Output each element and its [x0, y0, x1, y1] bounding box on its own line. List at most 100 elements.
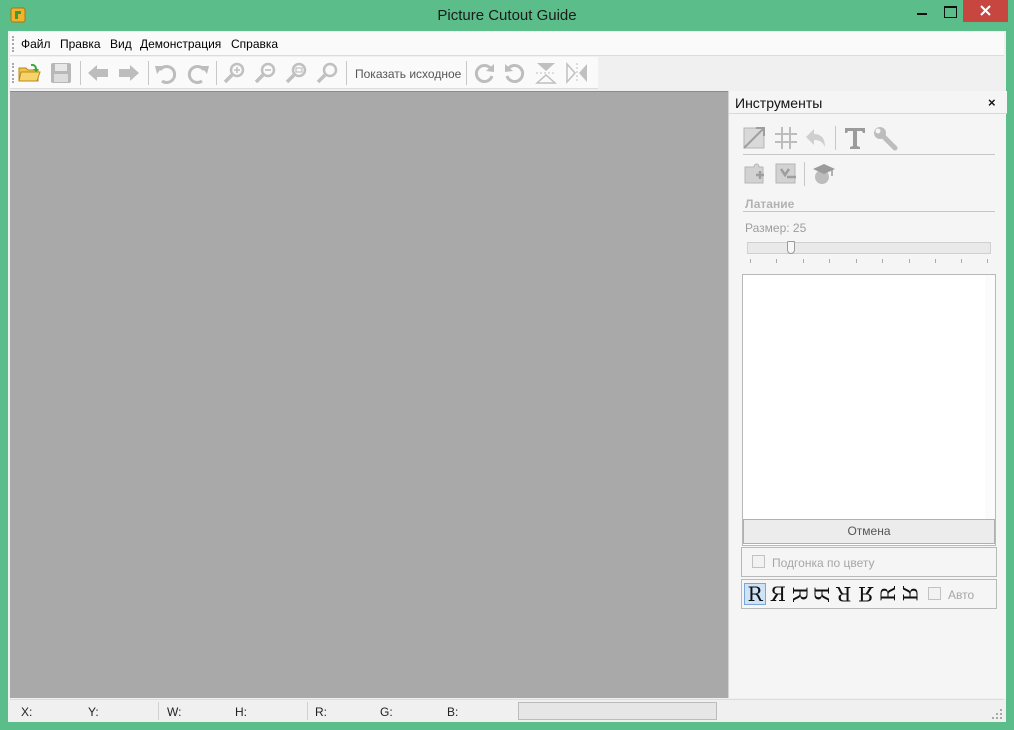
- menu-demo[interactable]: Демонстрация: [140, 37, 221, 51]
- open-button[interactable]: [16, 60, 42, 86]
- toolbar-separator: [466, 61, 467, 85]
- image-canvas[interactable]: [10, 91, 728, 698]
- slider-tick: [987, 259, 988, 263]
- title-bar[interactable]: Picture Cutout Guide: [0, 0, 1014, 31]
- window-title: Picture Cutout Guide: [437, 7, 577, 24]
- forward-button[interactable]: [116, 60, 142, 86]
- tools-panel: Инструменты × Латание Размер: 25 Отмена …: [728, 91, 1007, 698]
- orientation-rot90[interactable]: R: [788, 583, 812, 605]
- crop-tool-button[interactable]: [742, 125, 768, 151]
- status-g: G:: [380, 705, 393, 719]
- panel-separator: [804, 162, 805, 186]
- orientation-rot270[interactable]: R: [876, 583, 900, 605]
- panel-header: Инструменты ×: [729, 91, 1007, 114]
- back-button[interactable]: [85, 60, 111, 86]
- slider-tick: [935, 259, 936, 263]
- slider-tick: [829, 259, 830, 263]
- back-icon: [88, 65, 108, 81]
- patch-remove-icon: [775, 163, 796, 184]
- zoom-out-button[interactable]: [252, 60, 278, 86]
- menu-edit[interactable]: Правка: [60, 37, 101, 51]
- undo-tool-button[interactable]: [804, 125, 830, 151]
- slider-tick: [909, 259, 910, 263]
- status-bar: X: Y: W: H: R: G: B:: [10, 699, 1004, 721]
- grid-icon: [775, 127, 797, 149]
- orientation-rot270-mirror[interactable]: R: [898, 583, 922, 605]
- patching-section-title: Латание: [745, 197, 795, 211]
- zoom-actual-button[interactable]: [314, 60, 340, 86]
- status-h: H:: [235, 705, 247, 719]
- flip-horizontal-button[interactable]: [564, 60, 590, 86]
- rotate-cw-button[interactable]: [471, 60, 497, 86]
- minimize-button[interactable]: [908, 0, 936, 22]
- panel-close-button[interactable]: ×: [988, 95, 996, 110]
- graduation-cap-icon: [813, 164, 835, 184]
- orientation-normal[interactable]: R: [744, 583, 766, 605]
- grid-tool-button[interactable]: [773, 125, 799, 151]
- patch-add-button[interactable]: [742, 161, 768, 187]
- slider-tick: [776, 259, 777, 263]
- size-label: Размер: 25: [745, 221, 807, 235]
- orientation-rot180[interactable]: R: [833, 582, 855, 606]
- zoom-fit-button[interactable]: [283, 60, 309, 86]
- color-fit-label: Подгонка по цвету: [772, 556, 875, 570]
- status-b: B:: [447, 705, 459, 719]
- status-y: Y:: [88, 705, 99, 719]
- slider-tick: [856, 259, 857, 263]
- history-scrollbar[interactable]: [985, 275, 995, 545]
- orientation-mirror[interactable]: Я: [767, 583, 789, 605]
- menu-view[interactable]: Вид: [110, 37, 132, 51]
- flip-horizontal-icon: [566, 62, 587, 84]
- status-r: R:: [315, 705, 327, 719]
- history-list[interactable]: [742, 274, 996, 546]
- zoom-fit-icon: [285, 62, 307, 84]
- color-fit-checkbox[interactable]: [752, 555, 765, 568]
- orientation-rot90-mirror[interactable]: R: [810, 583, 834, 605]
- toolbar-separator: [346, 61, 347, 85]
- undo-button[interactable]: [153, 60, 179, 86]
- orientation-group: R Я R R R Я R R Авто: [741, 579, 997, 609]
- show-original-button[interactable]: Показать исходное: [355, 67, 461, 81]
- menu-bar: Файл Правка Вид Демонстрация Справка: [10, 32, 1004, 56]
- close-icon: [980, 5, 991, 16]
- rotate-ccw-button[interactable]: [502, 60, 528, 86]
- wrench-tool-button[interactable]: [872, 125, 898, 151]
- maximize-button[interactable]: [936, 0, 963, 22]
- menu-file[interactable]: Файл: [21, 37, 51, 51]
- panel-separator: [835, 126, 836, 150]
- toolbar-separator: [216, 61, 217, 85]
- app-window: Picture Cutout Guide Файл Правка Вид Дем…: [0, 0, 1014, 730]
- forward-icon: [119, 65, 139, 81]
- learn-tool-button[interactable]: [810, 161, 836, 187]
- slider-tick: [961, 259, 962, 263]
- undo-icon: [155, 65, 177, 84]
- close-button[interactable]: [963, 0, 1008, 22]
- size-slider-thumb[interactable]: [787, 241, 795, 254]
- redo-icon: [187, 65, 209, 84]
- auto-checkbox[interactable]: [928, 587, 941, 600]
- zoom-in-icon: [223, 62, 245, 84]
- zoom-out-icon: [254, 62, 276, 84]
- size-slider-track[interactable]: [747, 242, 991, 254]
- zoom-in-button[interactable]: [221, 60, 247, 86]
- status-w: W:: [167, 705, 182, 719]
- slider-tick: [882, 259, 883, 263]
- orientation-rot180-mirror[interactable]: Я: [855, 582, 877, 606]
- menu-grip[interactable]: [12, 36, 14, 52]
- cancel-button[interactable]: Отмена: [743, 519, 995, 544]
- patch-remove-button[interactable]: [773, 161, 799, 187]
- toolbar: Показать исходное: [10, 57, 598, 89]
- rotate-ccw-icon: [505, 64, 525, 83]
- flip-vertical-button[interactable]: [533, 60, 559, 86]
- text-tool-button[interactable]: [842, 125, 868, 151]
- color-fit-group: Подгонка по цвету: [741, 547, 997, 577]
- resize-grip-icon[interactable]: [992, 709, 1002, 719]
- open-icon: [18, 63, 41, 82]
- redo-button[interactable]: [185, 60, 211, 86]
- menu-help[interactable]: Справка: [231, 37, 278, 51]
- toolbar-grip[interactable]: [12, 63, 14, 83]
- status-x: X:: [21, 705, 33, 719]
- save-icon: [51, 63, 71, 83]
- status-separator: [158, 702, 159, 720]
- save-button[interactable]: [48, 60, 74, 86]
